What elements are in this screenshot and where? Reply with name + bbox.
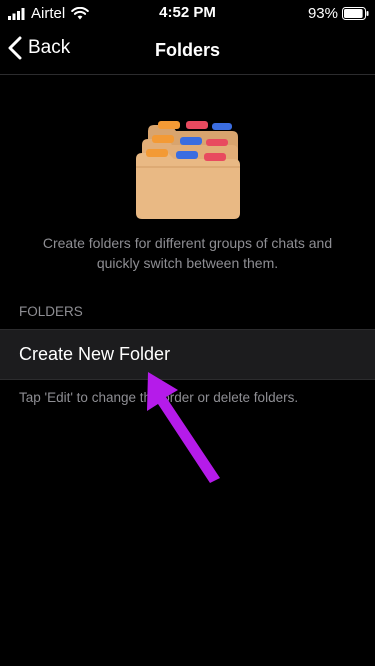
battery-percentage: 93%	[307, 5, 338, 22]
folders-screen: Airtel 4:52 PM 93% Back Folders Create f…	[0, 0, 375, 666]
section-header-folders: FOLDERS	[19, 304, 83, 319]
arrow-pointer-icon	[147, 372, 220, 483]
status-right: 93%	[308, 5, 369, 22]
folders-illustration-icon	[136, 121, 240, 219]
nav-divider	[0, 74, 375, 75]
folders-description: Create folders for different groups of c…	[42, 235, 333, 271]
status-bar: Airtel 4:52 PM 93%	[0, 0, 375, 26]
navigation-bar: Back Folders	[0, 26, 375, 74]
battery-icon	[342, 7, 369, 20]
create-new-folder-label: Create New Folder	[19, 344, 171, 364]
page-title: Folders	[154, 40, 220, 60]
